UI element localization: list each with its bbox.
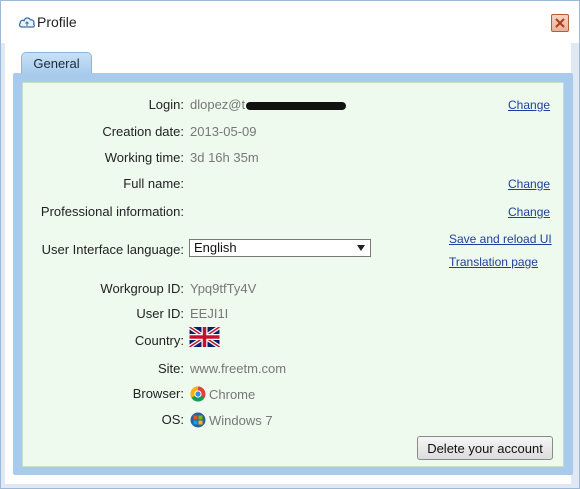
browser-value: Chrome <box>190 386 255 402</box>
chevron-down-icon <box>357 245 365 251</box>
os-value: Windows 7 <box>190 412 273 428</box>
dialog-title: Profile <box>37 14 77 30</box>
workgroup-id-value: Ypq9tfTy4V <box>190 281 257 296</box>
login-label: Login: <box>148 97 184 112</box>
cloud-icon <box>18 17 35 28</box>
ui-language-label: User Interface language: <box>41 242 184 257</box>
redaction-bar <box>246 101 347 110</box>
change-login-link[interactable]: Change <box>508 98 550 112</box>
browser-label: Browser: <box>132 386 184 401</box>
user-id-value: EEJI1I <box>190 306 229 321</box>
chrome-icon <box>190 386 206 402</box>
title-bar: Profile <box>1 1 579 43</box>
windows-icon <box>190 412 206 428</box>
close-button[interactable] <box>551 14 569 32</box>
translation-page-link[interactable]: Translation page <box>449 255 538 269</box>
working-time-value: 3d 16h 35m <box>190 150 259 165</box>
site-label: Site: <box>157 361 184 376</box>
country-label: Country: <box>134 333 184 348</box>
delete-account-button[interactable]: Delete your account <box>417 436 553 460</box>
general-panel <box>22 82 564 467</box>
tab-general[interactable]: General <box>21 52 92 74</box>
save-reload-ui-link[interactable]: Save and reload UI <box>449 232 552 246</box>
creation-date-label: Creation date: <box>102 124 184 139</box>
workgroup-id-label: Workgroup ID: <box>100 281 184 296</box>
ui-language-select[interactable]: English <box>189 239 371 257</box>
full-name-label: Full name: <box>123 176 184 191</box>
login-value: dlopez@t <box>190 97 347 112</box>
site-value: www.freetm.com <box>190 361 287 376</box>
close-icon <box>555 18 565 28</box>
change-full-name-link[interactable]: Change <box>508 177 550 191</box>
professional-info-label: Professional information: <box>40 204 184 219</box>
os-value-text: Windows 7 <box>209 413 273 428</box>
browser-value-text: Chrome <box>209 387 256 402</box>
change-professional-info-link[interactable]: Change <box>508 205 550 219</box>
creation-date-value: 2013-05-09 <box>190 124 257 139</box>
login-value-text: dlopez@t <box>190 97 246 112</box>
uk-flag-icon <box>189 327 220 347</box>
user-id-label: User ID: <box>136 306 184 321</box>
ui-language-selected: English <box>194 240 237 255</box>
working-time-label: Working time: <box>104 150 184 165</box>
os-label: OS: <box>161 412 184 427</box>
